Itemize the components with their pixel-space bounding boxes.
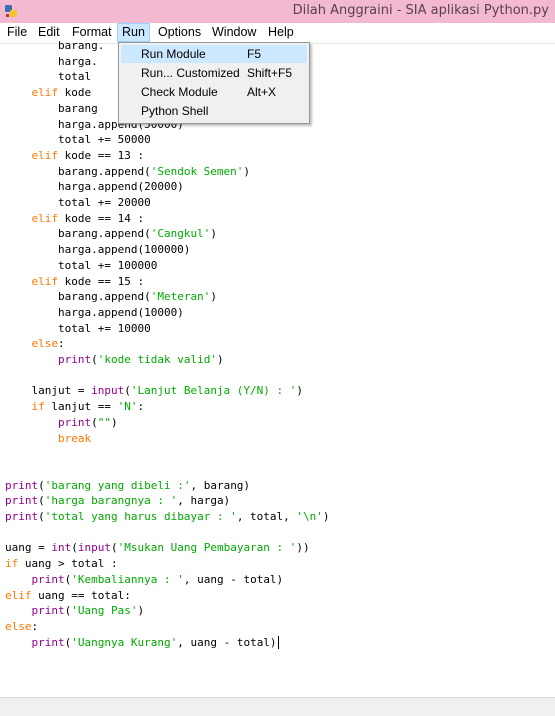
window-title: Dilah Anggraini - SIA aplikasi Python.py (292, 3, 549, 18)
code-line: barang (5, 101, 98, 115)
code-line: barang.append('Meteran') (5, 290, 217, 304)
run-menu-dropdown: Run Module F5 Run... Customized Shift+F5… (118, 42, 310, 124)
code-line: print('total yang harus dibayar : ', tot… (5, 510, 330, 523)
menu-item-label: Check Module (141, 85, 218, 99)
code-line: total += 10000 (5, 321, 151, 335)
title-bar: Dilah Anggraini - SIA aplikasi Python.py (0, 0, 555, 23)
code-line: elif kode == 15 : (31, 274, 145, 288)
code-line: total (5, 70, 92, 84)
code-line: barang.append('Cangkul') (5, 227, 217, 241)
code-line: elif uang == total: (5, 588, 131, 602)
code-line: barang. (5, 39, 105, 52)
code-line: print('Uangnya Kurang', uang - total) (31, 635, 279, 650)
menu-item-shortcut: Alt+X (247, 85, 277, 99)
menu-item-shortcut: F5 (247, 47, 262, 61)
code-line: lanjut = input('Lanjut Belanja (Y/N) : '… (5, 384, 304, 398)
menu-help[interactable]: Help (264, 24, 298, 41)
python-idle-icon (5, 5, 17, 17)
code-line: else: (31, 337, 65, 351)
code-line: print('kode tidak valid') (57, 353, 224, 366)
menu-item-label: Run... Customized (141, 66, 240, 80)
code-line: barang.append('Sendok Semen') (5, 164, 251, 178)
code-line: harga.append(100000) (5, 243, 191, 257)
code-line: total += 20000 (5, 196, 151, 209)
code-editor[interactable]: barang. harga. total elif kode barang ha… (0, 39, 555, 697)
code-line: break (57, 431, 92, 445)
code-line: elif kode == 14 : (31, 211, 145, 225)
code-line: harga.append(10000) (5, 305, 184, 319)
code-line: print('harga barangnya : ', harga) (5, 494, 231, 508)
code-line: else: (5, 619, 39, 633)
menu-run[interactable]: Run (117, 23, 150, 42)
code-line: total += 50000 (5, 133, 151, 147)
code-line: elif kode == 13 : (31, 148, 145, 162)
code-line: print('barang yang dibeli :', barang) (5, 478, 251, 492)
code-line: harga.append(20000) (5, 180, 184, 194)
menu-item-run-customized[interactable]: Run... Customized Shift+F5 (121, 64, 307, 82)
code-line: harga. (5, 54, 98, 68)
code-line: print('Kembaliannya : ', uang - total) (31, 572, 284, 586)
text-cursor (277, 636, 279, 650)
menu-item-label: Python Shell (141, 104, 209, 118)
code-line: uang = int(input('Msukan Uang Pembayaran… (5, 541, 310, 555)
menu-item-label: Run Module (141, 47, 206, 61)
menu-item-check-module[interactable]: Check Module Alt+X (121, 83, 307, 101)
menu-item-python-shell[interactable]: Python Shell (121, 102, 307, 120)
code-line: print('Uang Pas') (31, 604, 145, 618)
status-bar (0, 697, 555, 716)
menu-window[interactable]: Window (208, 24, 260, 41)
code-line: total += 100000 (5, 258, 158, 272)
code-line: if lanjut == 'N': (31, 400, 145, 414)
menu-options[interactable]: Options (154, 24, 205, 41)
code-line: print("") (57, 415, 118, 429)
menu-item-shortcut: Shift+F5 (247, 66, 293, 80)
code-line: elif kode (31, 86, 92, 100)
code-line: if uang > total : (5, 557, 118, 571)
menu-item-run-module[interactable]: Run Module F5 (121, 45, 307, 63)
